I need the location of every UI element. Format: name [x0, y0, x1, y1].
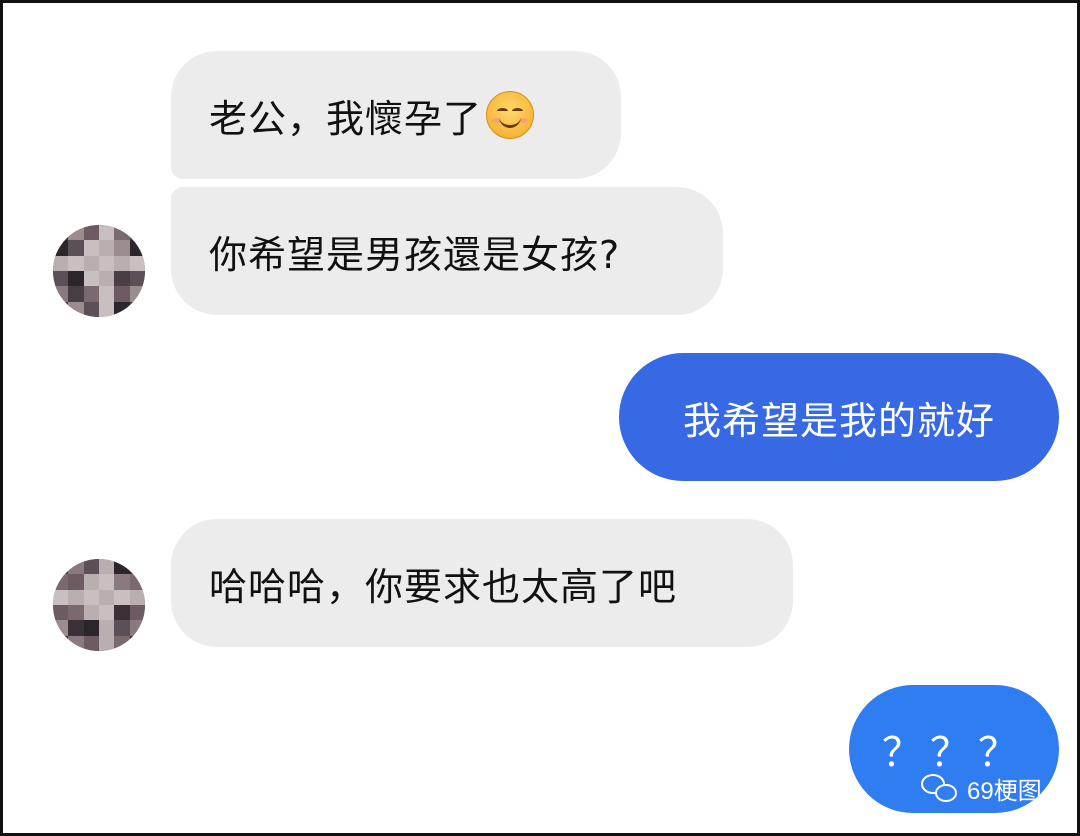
watermark-text: 69梗图: [967, 778, 1042, 805]
smiling-face-emoji-icon: [486, 91, 535, 139]
incoming-message-bubble[interactable]: 哈哈哈，你要求也太高了吧: [171, 519, 793, 647]
wechat-icon: [921, 772, 961, 806]
contact-avatar[interactable]: [53, 225, 145, 317]
watermark: 69梗图: [921, 771, 1042, 806]
message-text: 哈哈哈，你要求也太高了吧: [209, 564, 678, 609]
message-text: 我希望是我的就好: [682, 398, 995, 443]
incoming-message-bubble[interactable]: 老公，我懷孕了: [171, 51, 621, 179]
message-text: ？？？: [882, 730, 1026, 776]
chat-screenshot: 老公，我懷孕了 你希望是男孩還是女孩? 我希望是我的就好 哈哈哈，你要求也太高了…: [0, 0, 1080, 836]
message-text: 你希望是男孩還是女孩?: [209, 232, 621, 277]
contact-avatar[interactable]: [53, 559, 145, 651]
outgoing-message-bubble[interactable]: 我希望是我的就好: [619, 353, 1059, 481]
message-text: 老公，我懷孕了: [209, 96, 483, 141]
incoming-message-bubble[interactable]: 你希望是男孩還是女孩?: [171, 187, 723, 315]
